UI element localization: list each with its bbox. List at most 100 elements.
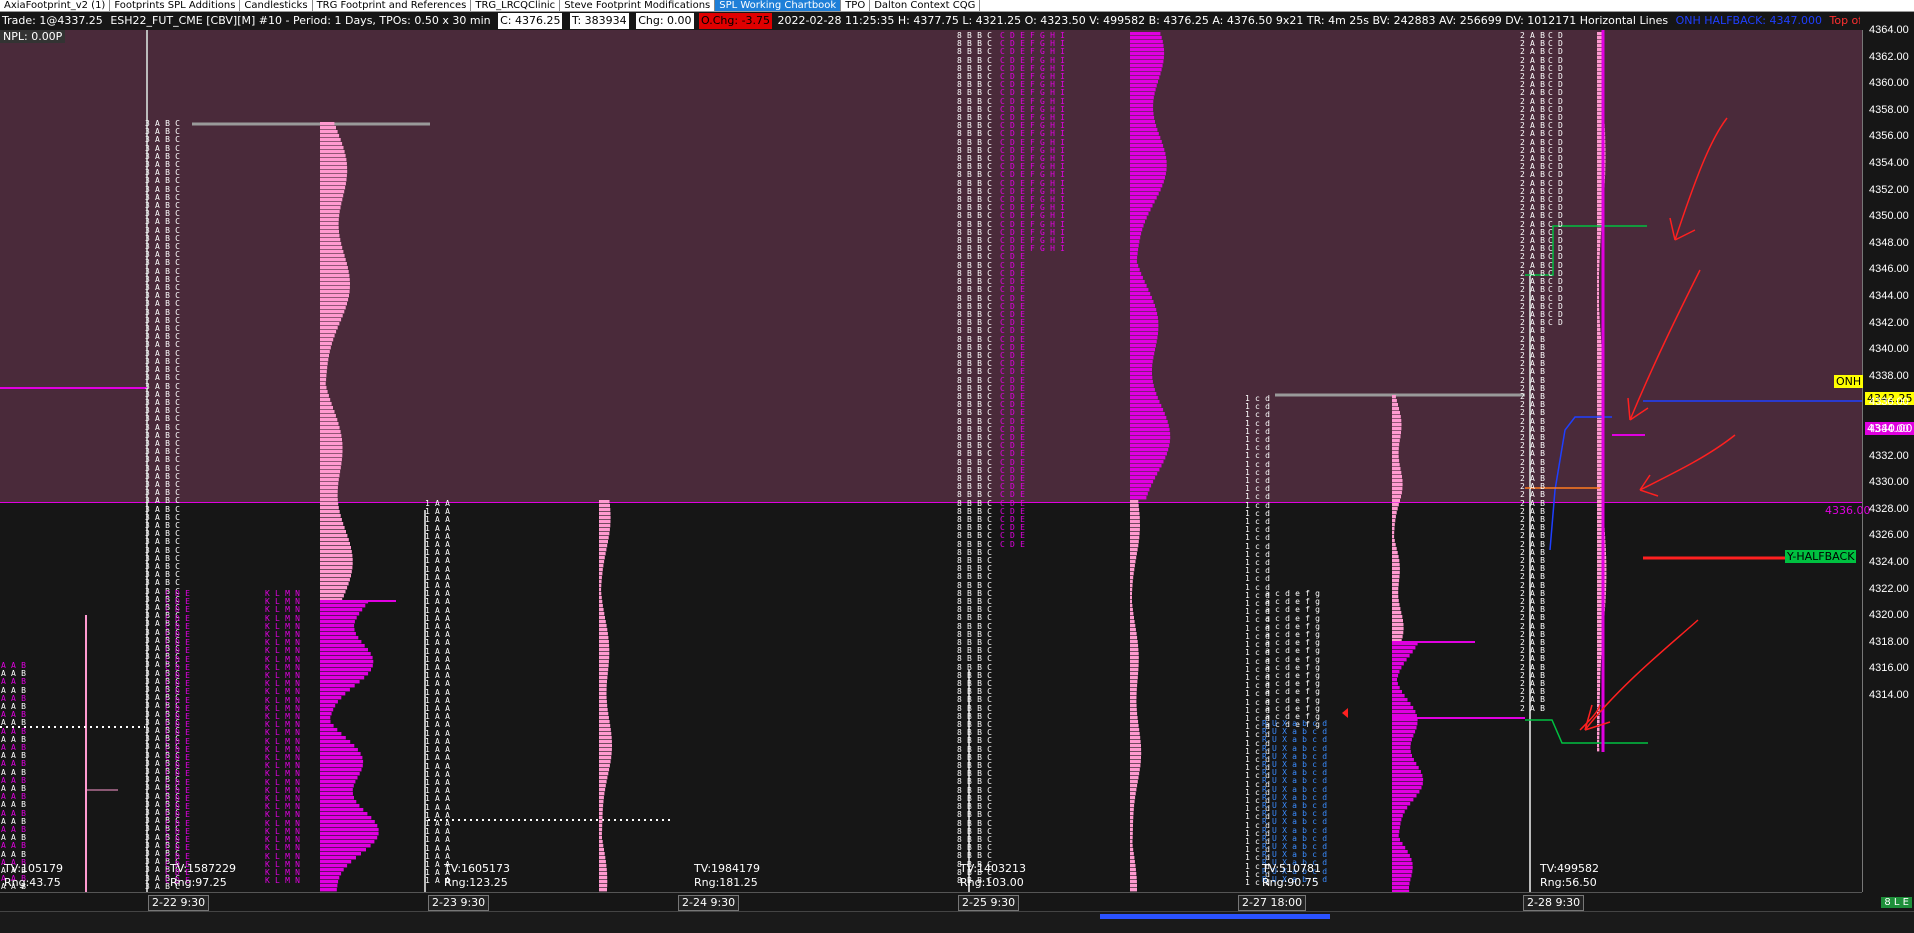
profile-bar xyxy=(1392,439,1400,443)
profile-bar xyxy=(1130,664,1139,668)
profile-bar xyxy=(1392,543,1396,547)
tab-5[interactable]: Steve Footprint Modifications xyxy=(560,0,716,11)
profile-bar xyxy=(1392,423,1402,427)
profile-bar xyxy=(1130,372,1152,376)
profile-bar xyxy=(320,210,340,214)
scrollbar-thumb[interactable] xyxy=(1100,914,1330,919)
tab-4[interactable]: TRG_LRCQClinic xyxy=(471,0,561,11)
profile-bar xyxy=(320,194,344,198)
profile-bar xyxy=(1597,304,1599,308)
profile-bar xyxy=(1130,828,1133,832)
profile-bar xyxy=(320,358,329,362)
total-volume-label: TV:1403213 xyxy=(960,862,1027,875)
profile-bar xyxy=(320,434,342,438)
profile-bar xyxy=(1597,240,1601,244)
profile-bar xyxy=(320,326,338,330)
total-volume-label: TV:1587229 xyxy=(170,862,237,875)
profile-bar xyxy=(1130,248,1139,252)
profile-bar xyxy=(1130,868,1136,872)
profile-bar xyxy=(1130,468,1160,472)
profile-bar xyxy=(599,632,608,636)
profile-bar xyxy=(599,820,603,824)
profile-bar xyxy=(599,600,603,604)
profile-bar xyxy=(320,382,326,386)
tpo-plot-area[interactable]: A A BA A BA A BA A BA A BA A BA A BA A B… xyxy=(0,30,1862,892)
profile-bar xyxy=(599,844,604,848)
profile-bar xyxy=(320,704,336,708)
tab-8[interactable]: Dalton Context CQG xyxy=(870,0,981,11)
profile-bar xyxy=(599,872,608,876)
range-label: Rng:103.00 xyxy=(960,876,1024,889)
profile-bar xyxy=(1597,236,1601,240)
profile-bar xyxy=(1130,608,1133,612)
session-date-bar: 2-22 9:30 2-23 9:30 2-24 9:30 2-25 9:30 2-27… xyxy=(0,892,1862,911)
profile-bar xyxy=(1130,368,1152,372)
profile-bar xyxy=(1130,96,1154,100)
profile-bar xyxy=(1130,176,1165,180)
profile-bar xyxy=(1130,204,1153,208)
profile-bar xyxy=(1130,244,1139,248)
profile-bar xyxy=(599,612,605,616)
profile-bar xyxy=(320,756,363,760)
profile-bar xyxy=(1130,568,1135,572)
profile-bar xyxy=(1392,854,1410,858)
tab-2[interactable]: Candlesticks xyxy=(240,0,313,11)
profile-bar xyxy=(1130,72,1161,76)
profile-bar xyxy=(1392,850,1408,854)
profile-bar xyxy=(1392,734,1414,738)
profile-bar xyxy=(1392,746,1411,750)
profile-bar xyxy=(599,760,611,764)
tab-3[interactable]: TRG Footprint and References xyxy=(313,0,472,11)
profile-bar xyxy=(1130,760,1141,764)
tab-7[interactable]: TPO xyxy=(841,0,871,11)
profile-bar xyxy=(1130,264,1139,268)
profile-bar xyxy=(1392,511,1397,515)
price-axis[interactable]: ONH 4342.25 4340.00 4336.00 Y-HALFBACK 4… xyxy=(1785,24,1914,892)
profile-bar xyxy=(1392,447,1399,451)
profile-bar xyxy=(1597,696,1600,700)
chart-scrollbar[interactable]: 8 L E xyxy=(0,897,1914,933)
profile-bar xyxy=(1392,487,1403,491)
profile-bar xyxy=(1130,784,1138,788)
ticks-readout: T: 383934 xyxy=(569,13,629,29)
tab-6[interactable]: SPL Working Chartbook xyxy=(715,0,842,11)
profile-bar xyxy=(599,668,609,672)
profile-bar xyxy=(320,142,343,146)
profile-bar xyxy=(1130,808,1134,812)
profile-bar xyxy=(320,422,339,426)
profile-bar xyxy=(1130,64,1163,68)
profile-bar xyxy=(1130,836,1133,840)
profile-bar xyxy=(1597,644,1603,648)
profile-bar xyxy=(1130,620,1135,624)
profile-bar xyxy=(320,628,355,632)
profile-bar xyxy=(320,510,340,514)
profile-bar xyxy=(320,744,355,748)
profile-bar xyxy=(320,334,335,338)
price-tick-label: 4342.00 xyxy=(1869,316,1909,329)
profile-bar xyxy=(320,474,340,478)
profile-bar xyxy=(1130,588,1133,592)
profile-bar xyxy=(320,788,353,792)
tab-1[interactable]: Footprints SPL Additions xyxy=(110,0,241,11)
profile-bar xyxy=(1130,732,1140,736)
profile-bar xyxy=(1597,260,1600,264)
profile-bar xyxy=(1597,300,1599,304)
profile-bar xyxy=(1392,515,1396,519)
profile-bar xyxy=(1130,436,1171,440)
total-volume-label: TV:1605173 xyxy=(444,862,511,875)
profile-bar xyxy=(1392,878,1411,882)
profile-bar xyxy=(320,330,337,334)
profile-bar xyxy=(320,482,339,486)
profile-bar xyxy=(1130,504,1139,508)
profile-bar xyxy=(1130,216,1147,220)
profile-bar xyxy=(320,342,332,346)
profile-bar xyxy=(1392,431,1401,435)
profile-bar xyxy=(1130,688,1137,692)
profile-bar xyxy=(1130,512,1140,516)
profile-bar xyxy=(320,202,342,206)
profile-bar xyxy=(599,744,612,748)
profile-bar xyxy=(1130,516,1140,520)
tab-0[interactable]: AxiaFootprint_v2 (1) xyxy=(0,0,111,11)
profile-bar xyxy=(599,560,605,564)
profile-bar xyxy=(599,688,607,692)
